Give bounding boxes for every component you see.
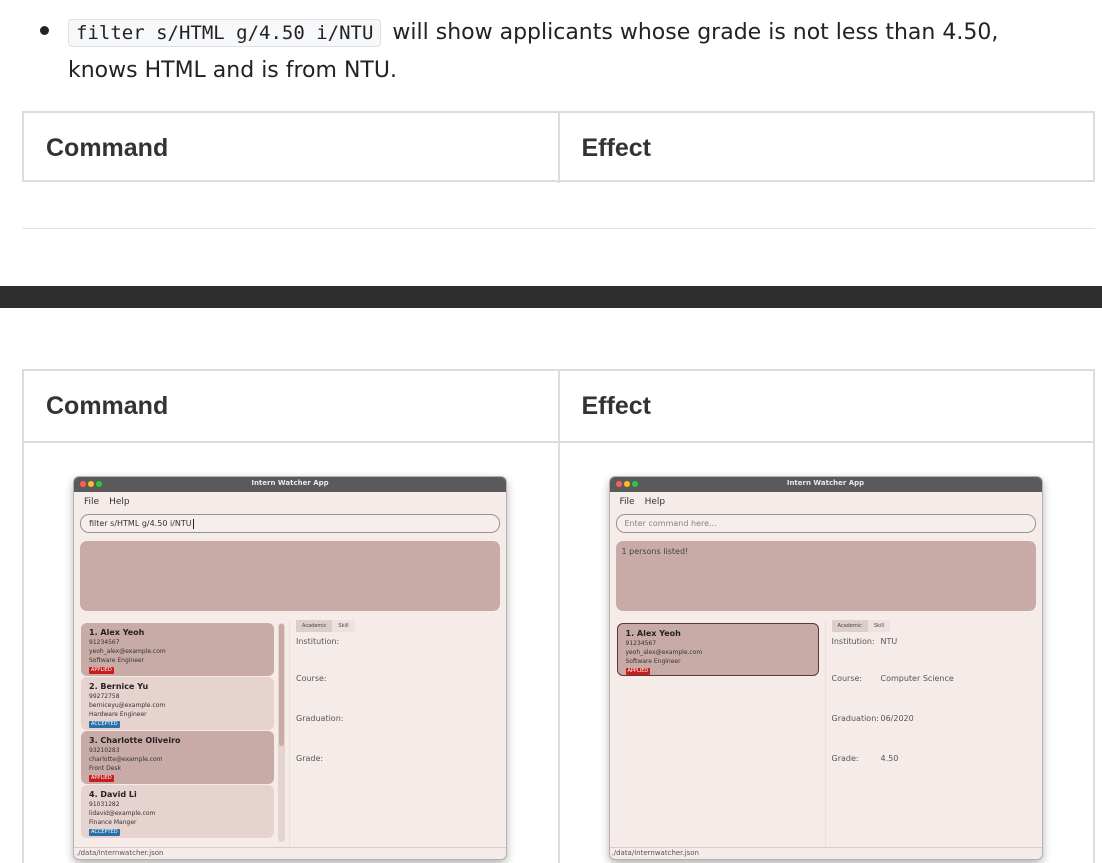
menu-bar: File Help xyxy=(610,492,1042,512)
person-phone: 93210283 xyxy=(89,747,120,754)
panel-separator xyxy=(289,620,290,847)
person-list[interactable]: 1. Alex Yeoh 91234567 yeoh_alex@example.… xyxy=(79,620,285,842)
status-badge: APPLIED xyxy=(89,775,114,782)
person-name: 4. David Li xyxy=(89,790,137,799)
scroll-thumb[interactable] xyxy=(279,624,284,746)
table1-effect-header: Effect xyxy=(557,113,1094,183)
table2-command-header: Command xyxy=(46,391,169,420)
menu-help[interactable]: Help xyxy=(645,497,666,507)
course-label: Course: xyxy=(296,674,327,683)
person-card[interactable]: 2. Bernice Yu 99272758 berniceyu@example… xyxy=(81,677,274,730)
bullet-description-line1: will show applicants whose grade is not … xyxy=(392,20,999,45)
course-value: Computer Science xyxy=(880,674,954,683)
detail-panel: Academic Skill Institution: NTU Course: … xyxy=(831,620,1042,842)
person-phone: 91234567 xyxy=(89,639,120,646)
status-badge: ACCEPTED xyxy=(89,721,120,728)
title-bar: Intern Watcher App xyxy=(74,477,506,492)
tab-skill[interactable]: Skill xyxy=(332,620,355,632)
dark-separator-bar xyxy=(0,286,1102,308)
institution-label: Institution: xyxy=(831,637,875,646)
app-window-command: Intern Watcher App File Help filter s/HT… xyxy=(74,477,506,859)
person-email: yeoh_alex@example.com xyxy=(89,648,166,655)
grade-label: Grade: xyxy=(831,754,859,763)
graduation-label: Graduation: xyxy=(296,714,344,723)
course-label: Course: xyxy=(831,674,863,683)
result-display: 1 persons listed! xyxy=(615,541,1036,611)
menu-file[interactable]: File xyxy=(620,497,635,507)
command-input[interactable]: filter s/HTML g/4.50 i/NTU xyxy=(80,514,500,533)
person-role: Front Desk xyxy=(89,765,121,772)
tab-skill[interactable]: Skill xyxy=(867,620,891,632)
command-effect-table-2: Command Effect Intern Watcher App File H… xyxy=(22,369,1095,863)
table1-command-header: Command xyxy=(46,133,169,162)
person-card[interactable]: 1. Alex Yeoh 91234567 yeoh_alex@example.… xyxy=(616,623,819,676)
person-role: Software Engineer xyxy=(89,657,145,664)
window-title: Intern Watcher App xyxy=(251,479,329,487)
command-effect-table-1: Command Effect xyxy=(22,111,1095,183)
bullet-description-line2: knows HTML and is from NTU. xyxy=(68,58,397,83)
person-list[interactable]: 1. Alex Yeoh 91234567 yeoh_alex@example.… xyxy=(615,620,821,842)
status-badge: APPLIED xyxy=(625,668,651,675)
person-phone: 99272758 xyxy=(89,693,120,700)
command-input-value: filter s/HTML g/4.50 i/NTU xyxy=(89,519,192,528)
window-title: Intern Watcher App xyxy=(786,479,865,487)
graduation-value: 06/2020 xyxy=(880,714,914,723)
grade-value: 4.50 xyxy=(880,754,899,763)
person-role: Finance Manger xyxy=(89,819,137,826)
person-phone: 91031282 xyxy=(89,801,120,808)
person-role: Software Engineer xyxy=(625,658,681,665)
graduation-label: Graduation: xyxy=(831,714,879,723)
bullet-dot xyxy=(40,26,49,35)
person-name: 1. Alex Yeoh xyxy=(89,628,145,637)
status-bar-path: ./data/internwatcher.json xyxy=(74,847,506,859)
person-email: yeoh_alex@example.com xyxy=(625,649,703,656)
grade-label: Grade: xyxy=(296,754,324,763)
person-name: 1. Alex Yeoh xyxy=(625,629,681,638)
bullet-text: filter s/HTML g/4.50 i/NTU will show app… xyxy=(68,14,1078,90)
table2-effect-header: Effect xyxy=(557,371,1094,441)
menu-bar: File Help xyxy=(74,492,506,512)
status-badge: ACCEPTED xyxy=(89,829,120,836)
result-display xyxy=(80,541,500,611)
filter-command-code: filter s/HTML g/4.50 i/NTU xyxy=(68,19,382,47)
effect-screenshot-cell: Intern Watcher App File Help Enter comma… xyxy=(557,443,1094,863)
tab-academic[interactable]: Academic xyxy=(831,620,868,632)
person-card[interactable]: 1. Alex Yeoh 91234567 yeoh_alex@example.… xyxy=(81,623,274,676)
text-caret xyxy=(192,518,194,529)
menu-file[interactable]: File xyxy=(84,497,99,507)
person-card[interactable]: 3. Charlotte Oliveiro 93210283 charlotte… xyxy=(81,731,274,784)
status-bar-path: ./data/internwatcher.json xyxy=(609,847,1042,859)
command-input[interactable]: Enter command here... xyxy=(615,514,1036,533)
list-scrollbar[interactable] xyxy=(278,623,285,842)
institution-label: Institution: xyxy=(296,637,340,646)
menu-help[interactable]: Help xyxy=(109,497,130,507)
person-email: berniceyu@example.com xyxy=(89,702,166,709)
title-bar: Intern Watcher App xyxy=(609,477,1042,492)
person-email: lidavid@example.com xyxy=(89,810,156,817)
panel-separator xyxy=(824,620,826,847)
person-card[interactable]: 4. David Li 91031282 lidavid@example.com… xyxy=(81,785,274,838)
person-phone: 91234567 xyxy=(625,640,657,647)
person-name: 2. Bernice Yu xyxy=(89,682,149,691)
person-name: 3. Charlotte Oliveiro xyxy=(89,736,181,745)
status-badge: APPLIED xyxy=(89,667,114,674)
person-email: charlotte@example.com xyxy=(89,756,163,763)
person-role: Hardware Engineer xyxy=(89,711,147,718)
app-window-effect: Intern Watcher App File Help Enter comma… xyxy=(609,477,1042,859)
section-divider xyxy=(22,228,1095,229)
detail-panel: Academic Skill Institution: Course: Grad… xyxy=(296,620,506,842)
tab-academic[interactable]: Academic xyxy=(296,620,333,632)
institution-value: NTU xyxy=(880,637,898,646)
command-screenshot-cell: Intern Watcher App File Help filter s/HT… xyxy=(24,443,558,863)
